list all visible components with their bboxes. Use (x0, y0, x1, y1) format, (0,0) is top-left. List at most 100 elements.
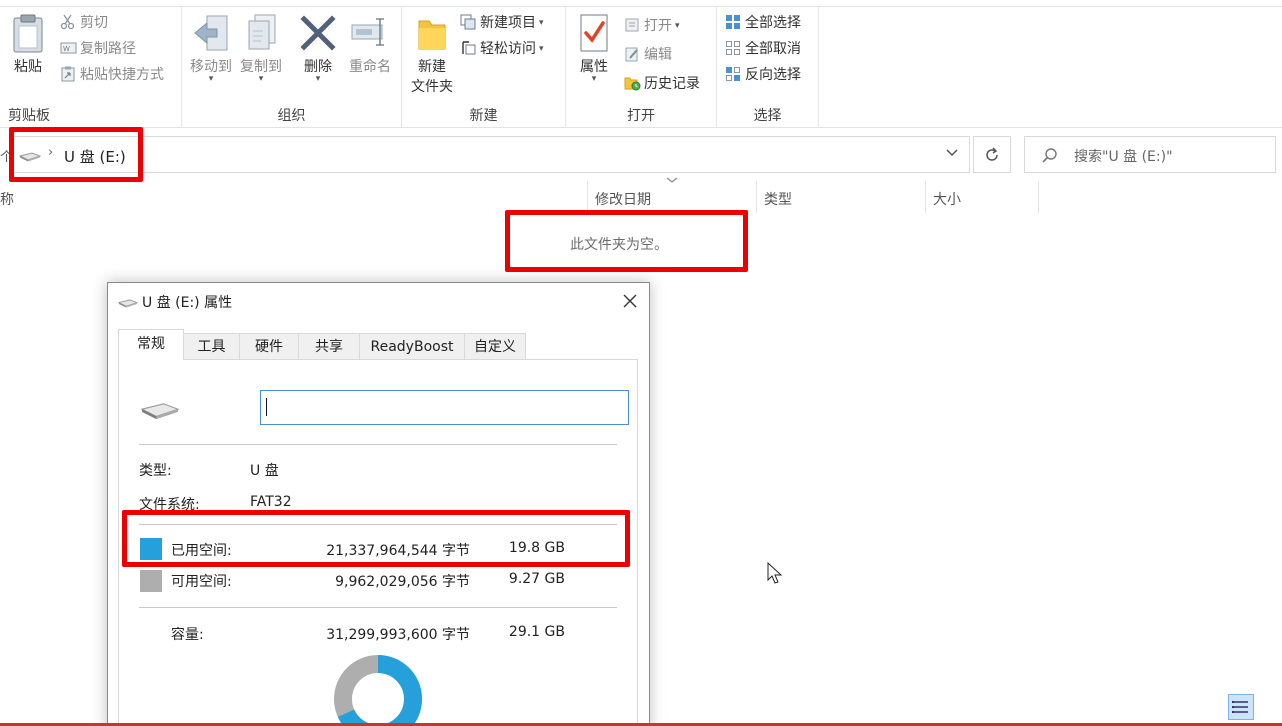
dialog-title: U 盘 (E:) 属性 (142, 295, 233, 311)
svg-text:W: W (63, 45, 70, 53)
easy-access-label: 轻松访问 (480, 41, 536, 57)
usb-drive-icon (118, 299, 138, 308)
paste-shortcut-icon (60, 66, 78, 82)
rename-button[interactable]: 重命名 (344, 13, 396, 76)
clipboard-group: 粘贴 剪切 W 复制路径 粘贴快捷方式 剪贴板 (0, 7, 182, 128)
new-folder-label-line1: 新建 (418, 59, 446, 75)
edit-label: 编辑 (644, 47, 672, 63)
delete-x-icon (300, 15, 336, 51)
paste-button[interactable]: 粘贴 (6, 13, 50, 76)
select-none-button[interactable]: 全部取消 (725, 38, 801, 60)
select-group: 全部选择 全部取消 反向选择 选择 (717, 7, 819, 128)
tab-general[interactable]: 常规 (118, 329, 184, 360)
copy-to-button[interactable]: 复制到 ▾ (236, 13, 286, 84)
search-box[interactable]: 搜索"U 盘 (E:)" (1024, 136, 1276, 173)
free-space-label: 可用空间: (171, 574, 232, 590)
text-cursor (266, 398, 267, 416)
new-folder-button[interactable]: 新建 文件夹 (406, 13, 458, 96)
paste-icon (13, 14, 43, 53)
cut-button[interactable]: 剪切 (60, 12, 108, 34)
copy-to-label: 复制到 (240, 59, 282, 75)
column-type[interactable]: 类型 (764, 189, 792, 209)
column-name[interactable]: 称 (0, 189, 14, 209)
column-separator[interactable] (587, 181, 588, 213)
tab-sharing[interactable]: 共享 (298, 333, 360, 360)
tab-tools[interactable]: 工具 (183, 333, 240, 360)
copy-to-dropdown-icon: ▾ (258, 74, 264, 84)
delete-label: 删除 (304, 59, 332, 75)
search-placeholder[interactable]: 搜索"U 盘 (E:)" (1074, 146, 1173, 166)
delete-button[interactable]: 删除 ▾ (294, 13, 342, 84)
column-separator[interactable] (1038, 181, 1039, 213)
select-none-icon (725, 40, 743, 56)
free-space-swatch (140, 570, 162, 592)
properties-button[interactable]: 属性 ▾ (572, 13, 616, 84)
properties-dialog: U 盘 (E:) 属性 常规 工具 硬件 共享 ReadyBoost 自定义 类… (107, 282, 650, 726)
open-button[interactable]: 打开 ▾ (624, 15, 680, 37)
move-to-label: 移动到 (190, 59, 232, 75)
edit-button[interactable]: 编辑 (624, 44, 672, 66)
volume-name-input[interactable] (260, 390, 629, 425)
column-size[interactable]: 大小 (933, 189, 961, 209)
usb-drive-large-icon (140, 403, 180, 420)
copy-path-button[interactable]: W 复制路径 (60, 38, 136, 60)
tab-customize[interactable]: 自定义 (464, 333, 526, 360)
easy-access-icon (460, 40, 478, 56)
new-item-button[interactable]: 新建项目 ▾ (460, 12, 544, 34)
paste-label: 粘贴 (14, 59, 42, 75)
open-group-label: 打开 (627, 108, 655, 124)
free-space-gb: 9.27 GB (508, 571, 565, 587)
move-to-button[interactable]: 移动到 ▾ (186, 13, 236, 84)
history-label: 历史记录 (644, 76, 700, 92)
new-folder-label-line2: 文件夹 (411, 79, 453, 95)
move-to-dropdown-icon: ▾ (208, 74, 214, 84)
sort-chevron-icon (666, 176, 678, 187)
tab-readyboost[interactable]: ReadyBoost (359, 333, 465, 360)
properties-checkmark-icon (580, 14, 608, 52)
history-button[interactable]: 历史记录 (624, 73, 700, 95)
copy-path-label: 复制路径 (80, 41, 136, 57)
column-separator[interactable] (925, 181, 926, 213)
paste-shortcut-label: 粘贴快捷方式 (80, 67, 164, 83)
type-label: 类型: (139, 463, 172, 479)
select-group-label: 选择 (753, 108, 782, 124)
capacity-bytes: 31,299,993,600 字节 (326, 627, 470, 643)
properties-dropdown-icon: ▾ (591, 74, 597, 84)
type-value: U 盘 (250, 463, 279, 479)
close-button[interactable] (623, 289, 637, 313)
rename-label: 重命名 (349, 59, 391, 75)
details-view-icon[interactable] (1228, 694, 1254, 720)
open-label: 打开 (644, 18, 672, 34)
highlight-address (9, 127, 143, 182)
column-separator[interactable] (756, 181, 757, 213)
easy-access-dropdown-icon: ▾ (539, 44, 544, 54)
delete-dropdown-icon: ▾ (315, 74, 321, 84)
free-space-bytes: 9,962,029,056 字节 (335, 574, 470, 590)
invert-selection-button[interactable]: 反向选择 (725, 64, 801, 86)
select-all-label: 全部选择 (745, 15, 801, 31)
column-modified[interactable]: 修改日期 (595, 189, 651, 209)
new-item-label: 新建项目 (480, 15, 536, 31)
address-history-dropdown-icon[interactable] (945, 145, 959, 162)
refresh-button[interactable] (973, 136, 1011, 173)
paste-shortcut-button[interactable]: 粘贴快捷方式 (60, 64, 164, 86)
ribbon-top-border (0, 0, 1282, 7)
select-all-button[interactable]: 全部选择 (725, 12, 801, 34)
easy-access-button[interactable]: 轻松访问 ▾ (460, 38, 544, 60)
close-icon (623, 294, 637, 308)
scissors-icon (60, 14, 78, 30)
select-all-icon (725, 14, 743, 30)
history-icon (624, 75, 642, 91)
tab-hardware[interactable]: 硬件 (239, 333, 299, 360)
edit-pencil-icon (624, 46, 642, 62)
view-mode-switcher (1228, 694, 1282, 726)
separator (139, 444, 617, 445)
capacity-label: 容量: (171, 627, 204, 643)
select-none-label: 全部取消 (745, 41, 801, 57)
invert-selection-label: 反向选择 (745, 67, 801, 83)
refresh-icon (986, 147, 998, 161)
usage-donut-chart (334, 655, 422, 726)
organize-group: 移动到 ▾ 复制到 ▾ 删除 ▾ 重命名 组织 (182, 7, 402, 128)
address-bar[interactable]: › U 盘 (E:) (10, 136, 970, 173)
separator (139, 607, 617, 608)
